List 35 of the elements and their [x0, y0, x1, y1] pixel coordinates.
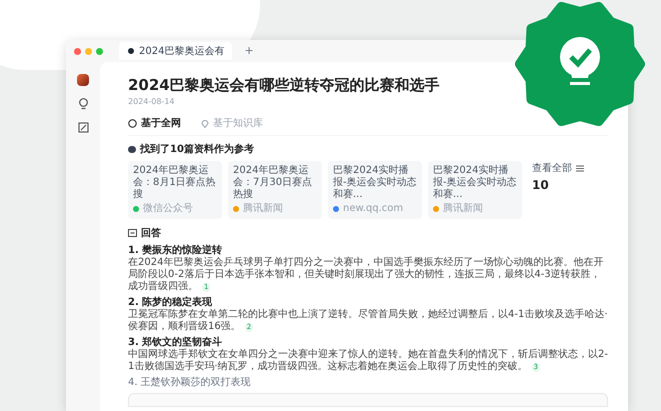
- reference-title: 2024年巴黎奥运会：8月1日赛点热搜: [133, 165, 217, 201]
- reference-source: 腾讯新闻: [243, 203, 283, 215]
- reference-card[interactable]: 2024年巴黎奥运会：8月1日赛点热搜 微信公众号: [128, 161, 222, 219]
- reference-card[interactable]: 2024年巴黎奥运会：7月30日赛点热搜 腾讯新闻: [228, 161, 322, 219]
- reference-title: 2024年巴黎奥运会：7月30日赛点热搜: [233, 165, 314, 201]
- location-pin-icon: [201, 119, 209, 128]
- list-icon: [576, 165, 584, 172]
- reference-source: 微信公众号: [143, 203, 193, 215]
- input-field[interactable]: [128, 393, 608, 407]
- reference-title: 巴黎2024实时播报-奥运会实时动态和赛...: [433, 165, 517, 201]
- chat-icon: [128, 229, 137, 238]
- lightbulb-icon[interactable]: [78, 98, 88, 110]
- browser-tab[interactable]: 2024巴黎奥运会有: [119, 42, 232, 60]
- reference-card[interactable]: 巴黎2024实时播报-奥运会实时动态和赛... new.qq.com: [328, 161, 422, 219]
- reference-title: 巴黎2024实时播报-奥运会实时动态和赛...: [333, 165, 417, 201]
- question-title: 2024巴黎奥运会有哪些逆转夺冠的比赛和选手: [128, 76, 441, 94]
- scope-tab[interactable]: 基于全网: [128, 116, 181, 131]
- reference-source: 腾讯新闻: [443, 203, 483, 215]
- answer-item-heading: 3. 郑钦文的坚韧奋斗: [128, 337, 224, 348]
- answer-item-heading: 2. 陈梦的稳定表现: [128, 297, 214, 308]
- faded-answer-item: 4. 王楚钦孙颖莎的双打表现: [128, 377, 252, 389]
- reference-source: new.qq.com: [343, 203, 404, 215]
- view-all-link[interactable]: 查看全部: [532, 161, 572, 176]
- new-tab-button[interactable]: +: [244, 42, 254, 60]
- references-heading: 找到了10篇资料作为参考: [140, 142, 254, 157]
- answer-heading: 回答: [141, 226, 161, 241]
- avatar-icon[interactable]: [77, 74, 89, 86]
- reference-card[interactable]: 巴黎2024实时播报-奥运会实时动态和赛... 腾讯新闻: [428, 161, 522, 219]
- question-date: 2024-08-14: [128, 96, 176, 108]
- edit-icon[interactable]: [78, 122, 88, 133]
- minimize-window-icon[interactable]: [85, 48, 92, 54]
- close-window-icon[interactable]: [74, 48, 81, 54]
- reference-count: 10: [532, 177, 550, 194]
- answer-item-heading: 1. 樊振东的惊险逆转: [128, 245, 224, 256]
- maximize-window-icon[interactable]: [96, 48, 103, 54]
